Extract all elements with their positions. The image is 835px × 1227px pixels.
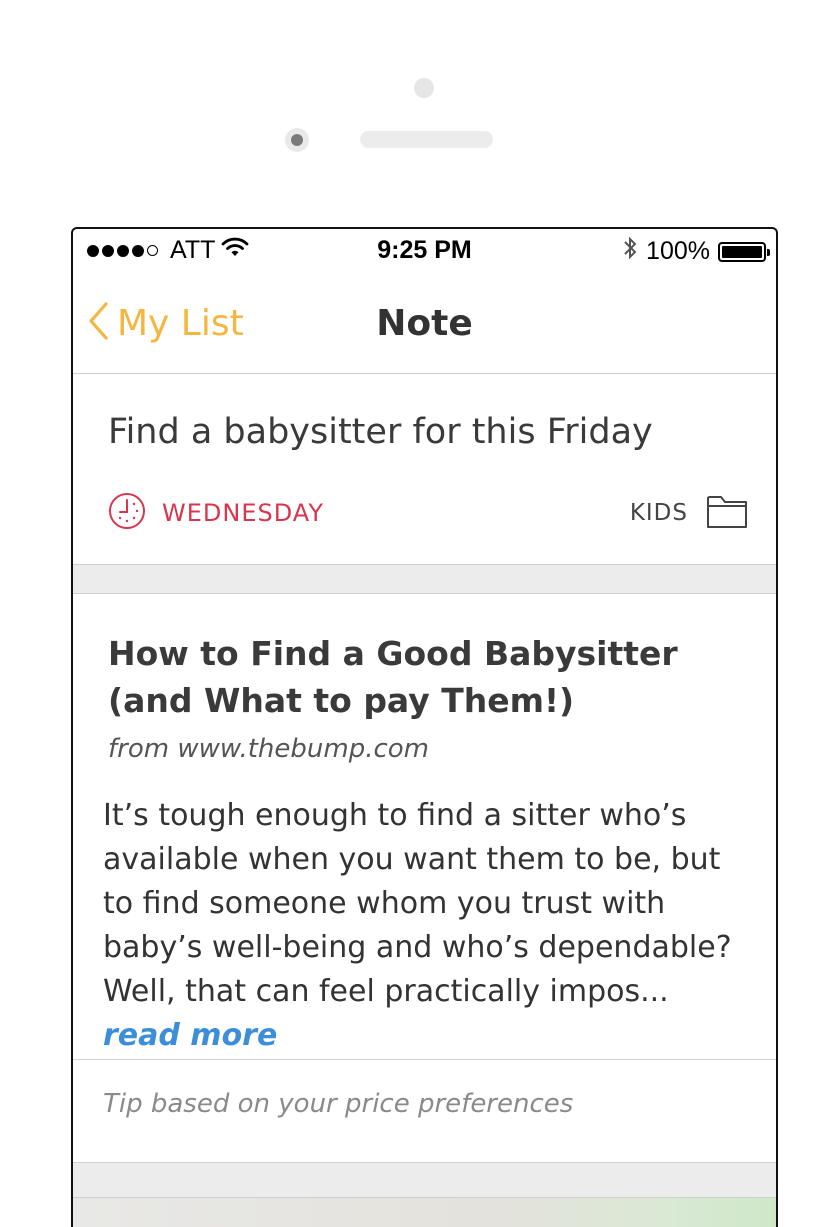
bluetooth-icon — [622, 235, 638, 268]
next-card-preview-image[interactable] — [73, 1198, 776, 1227]
navigation-bar: My List Note — [73, 273, 776, 374]
front-camera — [285, 128, 309, 152]
tip-note: Tip based on your price preferences — [103, 1089, 574, 1119]
article-source: from www.thebump.com — [108, 734, 430, 764]
page-title: Note — [376, 303, 473, 344]
article-card[interactable]: How to Find a Good Babysitter (and What … — [73, 594, 776, 1060]
task-section: Find a babysitter for this Friday WEDNES… — [73, 374, 776, 564]
proximity-sensor — [414, 78, 434, 98]
due-date-label: WEDNESDAY — [162, 499, 324, 527]
battery-percent: 100% — [646, 237, 710, 265]
read-more-link[interactable]: read more — [103, 1018, 277, 1053]
article-excerpt-text: It’s tough enough to find a sitter who’s… — [103, 798, 732, 1009]
earpiece-speaker — [360, 131, 493, 148]
category-selector[interactable]: KIDS — [630, 492, 748, 534]
article-excerpt: It’s tough enough to find a sitter who’s… — [103, 794, 753, 1058]
status-bar: ATT 9:25 PM 100% — [73, 229, 776, 273]
status-right: 100% — [622, 235, 770, 268]
section-divider-bottom — [73, 1162, 776, 1198]
due-date[interactable]: WEDNESDAY — [108, 492, 324, 534]
battery-icon — [718, 241, 770, 262]
category-label: KIDS — [629, 500, 688, 526]
task-title[interactable]: Find a babysitter for this Friday — [108, 412, 653, 452]
phone-screen: ATT 9:25 PM 100% My List Note Find a bab… — [71, 227, 778, 1227]
folder-icon — [706, 492, 748, 534]
clock-icon — [108, 492, 146, 534]
article-title[interactable]: How to Find a Good Babysitter (and What … — [108, 630, 748, 724]
section-divider — [73, 564, 776, 594]
